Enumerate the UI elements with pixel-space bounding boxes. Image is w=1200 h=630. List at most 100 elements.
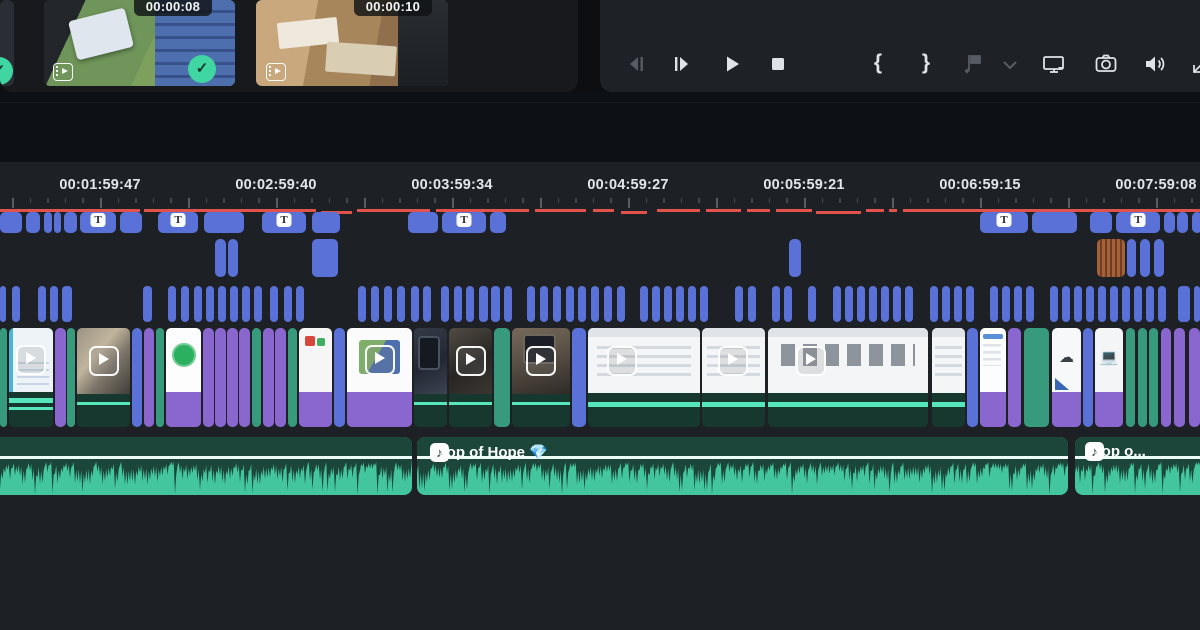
overlay-clip[interactable]: [1140, 239, 1150, 277]
audio-clip[interactable]: [0, 437, 412, 495]
main-track-clip[interactable]: [1083, 328, 1093, 427]
main-track-clip[interactable]: [144, 328, 154, 427]
effect-clip[interactable]: [676, 286, 684, 322]
effect-clip[interactable]: [411, 286, 419, 322]
mark-out-icon[interactable]: }: [912, 50, 940, 78]
effect-clip[interactable]: [12, 286, 20, 322]
main-track-clip[interactable]: [1024, 328, 1049, 427]
main-track-clip[interactable]: [299, 328, 332, 427]
main-track-clip[interactable]: [156, 328, 164, 427]
overlay-clip[interactable]: [228, 239, 238, 277]
title-clip[interactable]: [64, 212, 77, 233]
effect-clip[interactable]: [566, 286, 574, 322]
title-clip[interactable]: [0, 212, 22, 233]
effect-clip[interactable]: [168, 286, 176, 322]
chevron-down-icon[interactable]: [996, 50, 1017, 78]
effect-clip[interactable]: [0, 286, 6, 322]
effect-clip[interactable]: [504, 286, 512, 322]
main-track-clip[interactable]: [1174, 328, 1185, 427]
main-track-clip[interactable]: [0, 328, 7, 427]
mark-in-icon[interactable]: {: [864, 50, 892, 78]
effect-clip[interactable]: [893, 286, 901, 322]
effect-clip[interactable]: [62, 286, 72, 322]
effect-clip[interactable]: [1002, 286, 1010, 322]
effect-clip[interactable]: [479, 286, 488, 322]
main-track-clip[interactable]: [1161, 328, 1171, 427]
marker-icon[interactable]: [960, 50, 988, 78]
effect-clip[interactable]: [640, 286, 648, 322]
overlay-clip[interactable]: [1097, 239, 1125, 277]
effect-clip[interactable]: [466, 286, 474, 322]
effect-clip[interactable]: [845, 286, 853, 322]
effect-clip[interactable]: [50, 286, 58, 322]
title-clip[interactable]: T: [80, 212, 116, 233]
main-track-clip[interactable]: [1126, 328, 1135, 427]
effect-clip[interactable]: [833, 286, 841, 322]
title-clip[interactable]: [1164, 212, 1175, 233]
effect-clip[interactable]: [358, 286, 366, 322]
main-track-clip[interactable]: ☁: [1052, 328, 1081, 427]
overlay-clip[interactable]: [1154, 239, 1164, 277]
effect-clip[interactable]: [296, 286, 304, 322]
main-track-clip[interactable]: [263, 328, 274, 427]
main-track-clip[interactable]: [1138, 328, 1147, 427]
overlay-clip[interactable]: [1127, 239, 1136, 277]
main-track-clip[interactable]: [494, 328, 510, 427]
effect-clip[interactable]: [700, 286, 708, 322]
title-clip[interactable]: T: [158, 212, 198, 233]
effect-clip[interactable]: [242, 286, 250, 322]
title-clip[interactable]: [120, 212, 142, 233]
main-track-clip[interactable]: [967, 328, 978, 427]
title-clip[interactable]: [1192, 212, 1200, 233]
effect-clip[interactable]: [652, 286, 660, 322]
main-track-clip[interactable]: [334, 328, 345, 427]
stop-icon[interactable]: [764, 50, 792, 78]
media-thumbnail[interactable]: 00:00:10: [256, 0, 448, 86]
main-track-clip[interactable]: 💻: [1095, 328, 1123, 427]
media-thumbnail-partial[interactable]: ✓: [0, 0, 14, 86]
main-track-clip[interactable]: [55, 328, 66, 427]
main-track-clip[interactable]: [932, 328, 965, 427]
effect-clip[interactable]: [930, 286, 938, 322]
speaker-icon[interactable]: [1140, 50, 1168, 78]
effect-clip[interactable]: [38, 286, 46, 322]
effect-clip[interactable]: [784, 286, 792, 322]
effect-clip[interactable]: [1110, 286, 1118, 322]
main-track-clip[interactable]: [215, 328, 226, 427]
effect-clip[interactable]: [772, 286, 780, 322]
effect-clip[interactable]: [454, 286, 462, 322]
effect-clip[interactable]: [397, 286, 405, 322]
main-track-clip[interactable]: [132, 328, 142, 427]
effect-clip[interactable]: [270, 286, 278, 322]
effect-clip[interactable]: [1146, 286, 1154, 322]
main-track-clip[interactable]: [77, 328, 130, 427]
effect-clip[interactable]: [1098, 286, 1106, 322]
effect-clip[interactable]: [491, 286, 500, 322]
effect-clip[interactable]: [527, 286, 535, 322]
effect-clip[interactable]: [942, 286, 950, 322]
main-track-clip[interactable]: [414, 328, 447, 427]
effect-clip[interactable]: [143, 286, 152, 322]
title-clip[interactable]: [408, 212, 438, 233]
effect-clip[interactable]: [553, 286, 561, 322]
media-thumbnail[interactable]: 00:00:08 ✓: [44, 0, 235, 86]
title-clip[interactable]: [44, 212, 52, 233]
fullscreen-icon[interactable]: [1188, 50, 1200, 78]
effect-clip[interactable]: [578, 286, 586, 322]
effect-clip[interactable]: [230, 286, 238, 322]
effect-clip[interactable]: [954, 286, 962, 322]
effect-clip[interactable]: [1158, 286, 1166, 322]
title-clip[interactable]: [1090, 212, 1112, 233]
main-track-clip[interactable]: [227, 328, 238, 427]
main-track-clip[interactable]: [449, 328, 492, 427]
effect-clip[interactable]: [881, 286, 889, 322]
title-clip[interactable]: [54, 212, 61, 233]
effect-clip[interactable]: [808, 286, 816, 322]
title-clip[interactable]: T: [442, 212, 486, 233]
effect-clip[interactable]: [1194, 286, 1200, 322]
effect-clip[interactable]: [990, 286, 998, 322]
title-clip[interactable]: [312, 212, 340, 233]
title-clip[interactable]: T: [980, 212, 1028, 233]
effect-clip[interactable]: [441, 286, 449, 322]
main-track-clip[interactable]: [275, 328, 286, 427]
